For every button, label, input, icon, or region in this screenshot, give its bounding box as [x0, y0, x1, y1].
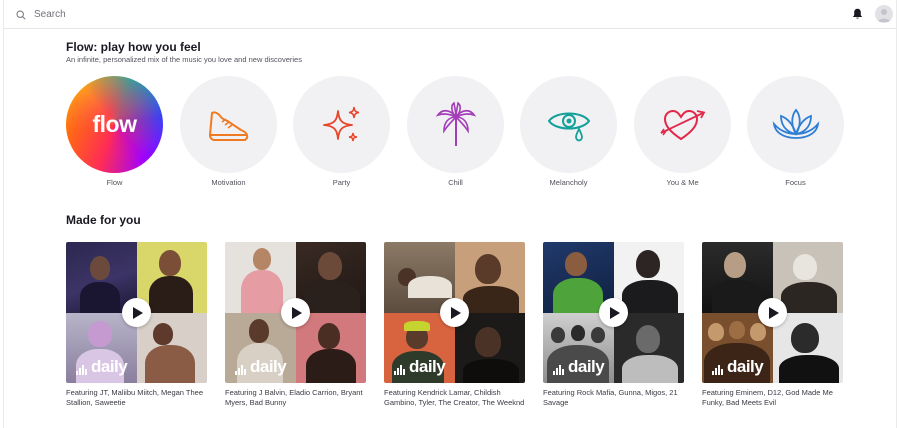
daily-mix-artwork[interactable]: daily: [543, 242, 684, 383]
daily-mix-card[interactable]: daily Featuring JT, Maliibu Miitch, Mega…: [66, 242, 207, 407]
artist-photo: [772, 312, 843, 383]
mood-melancholy[interactable]: Melancholy: [520, 76, 617, 191]
daily-mix-artwork[interactable]: daily: [225, 242, 366, 383]
left-divider: [3, 0, 4, 428]
daily-mix-artwork[interactable]: daily: [384, 242, 525, 383]
flow-section-subtitle: An infinite, personalized mix of the mus…: [66, 55, 302, 64]
equalizer-bars-icon: [235, 363, 247, 375]
mood-circle[interactable]: [634, 76, 731, 173]
daily-mix-card[interactable]: daily Featuring Eminem, D12, God Made Me…: [702, 242, 843, 407]
play-button[interactable]: [281, 298, 310, 327]
mood-you-and-me[interactable]: You & Me: [634, 76, 731, 191]
user-avatar[interactable]: [875, 5, 893, 23]
mood-circle[interactable]: [747, 76, 844, 173]
equalizer-bars-icon: [553, 363, 565, 375]
daily-mix-list: daily Featuring JT, Maliibu Miitch, Mega…: [66, 242, 856, 422]
mood-label: Party: [332, 178, 351, 187]
mood-circle[interactable]: [407, 76, 504, 173]
artist-photo: [295, 312, 366, 383]
sneaker-icon: [208, 110, 248, 141]
equalizer-bars-icon: [76, 363, 88, 375]
search-bar[interactable]: [16, 6, 334, 23]
mood-list: flow Flow Motivation Party Chill Melanch…: [66, 76, 856, 191]
equalizer-bars-icon: [394, 363, 406, 375]
daily-badge: daily: [235, 357, 287, 376]
play-icon: [292, 306, 302, 319]
mood-label: You & Me: [666, 178, 699, 187]
daily-badge: daily: [712, 357, 764, 376]
daily-mix-caption: Featuring JT, Maliibu Miitch, Megan Thee…: [66, 388, 204, 407]
daily-label: daily: [727, 357, 764, 376]
daily-label: daily: [250, 357, 287, 376]
daily-mix-artwork[interactable]: daily: [702, 242, 843, 383]
mood-flow[interactable]: flow Flow: [66, 76, 163, 191]
flow-logo-text: flow: [92, 111, 138, 137]
daily-badge: daily: [394, 357, 446, 376]
mood-label: Focus: [785, 178, 806, 187]
flow-section-title: Flow: play how you feel: [66, 40, 201, 54]
daily-mix-card[interactable]: daily Featuring Kendrick Lamar, Childish…: [384, 242, 525, 407]
sparkles-icon: [322, 106, 359, 141]
daily-mix-artwork[interactable]: daily: [66, 242, 207, 383]
lotus-icon: [772, 108, 819, 139]
play-icon: [133, 306, 143, 319]
mood-label: Chill: [448, 178, 463, 187]
equalizer-bars-icon: [712, 363, 724, 375]
daily-label: daily: [91, 357, 128, 376]
daily-label: daily: [409, 357, 446, 376]
artist-photo: [454, 312, 525, 383]
daily-mix-card[interactable]: daily Featuring J Balvin, Eladio Carrion…: [225, 242, 366, 407]
daily-badge: daily: [553, 357, 605, 376]
mood-label: Flow: [106, 178, 123, 187]
play-button[interactable]: [599, 298, 628, 327]
mood-label: Motivation: [211, 178, 246, 187]
play-button[interactable]: [122, 298, 151, 327]
daily-mix-card[interactable]: daily Featuring Rock Mafia, Gunna, Migos…: [543, 242, 684, 407]
play-icon: [769, 306, 779, 319]
palm-tree-icon: [435, 101, 476, 146]
search-icon: [16, 9, 26, 20]
mood-party[interactable]: Party: [293, 76, 390, 191]
right-divider: [896, 0, 897, 428]
play-icon: [610, 306, 620, 319]
mood-circle[interactable]: [293, 76, 390, 173]
mood-motivation[interactable]: Motivation: [180, 76, 277, 191]
mood-circle[interactable]: [180, 76, 277, 173]
teary-eye-icon: [547, 112, 590, 141]
top-bar: [4, 0, 896, 29]
play-icon: [451, 306, 461, 319]
daily-mix-caption: Featuring J Balvin, Eladio Carrion, Brya…: [225, 388, 363, 407]
artist-photo: [136, 312, 207, 383]
daily-mix-caption: Featuring Rock Mafia, Gunna, Migos, 21 S…: [543, 388, 678, 407]
daily-mix-caption: Featuring Kendrick Lamar, Childish Gambi…: [384, 388, 525, 407]
search-input[interactable]: [34, 9, 334, 20]
notification-bell-icon[interactable]: [852, 8, 863, 20]
mood-chill[interactable]: Chill: [407, 76, 504, 191]
play-button[interactable]: [440, 298, 469, 327]
user-silhouette-icon: [878, 9, 890, 22]
mood-focus[interactable]: Focus: [747, 76, 844, 191]
mood-label: Melancholy: [549, 178, 588, 187]
play-button[interactable]: [758, 298, 787, 327]
made-for-you-title: Made for you: [66, 213, 141, 227]
mood-circle[interactable]: [520, 76, 617, 173]
daily-mix-caption: Featuring Eminem, D12, God Made Me Funky…: [702, 388, 833, 407]
flow-logo-icon[interactable]: flow: [66, 76, 163, 173]
artist-photo: [613, 312, 684, 383]
daily-badge: daily: [76, 357, 128, 376]
heart-arrow-icon: [659, 109, 705, 140]
daily-label: daily: [568, 357, 605, 376]
